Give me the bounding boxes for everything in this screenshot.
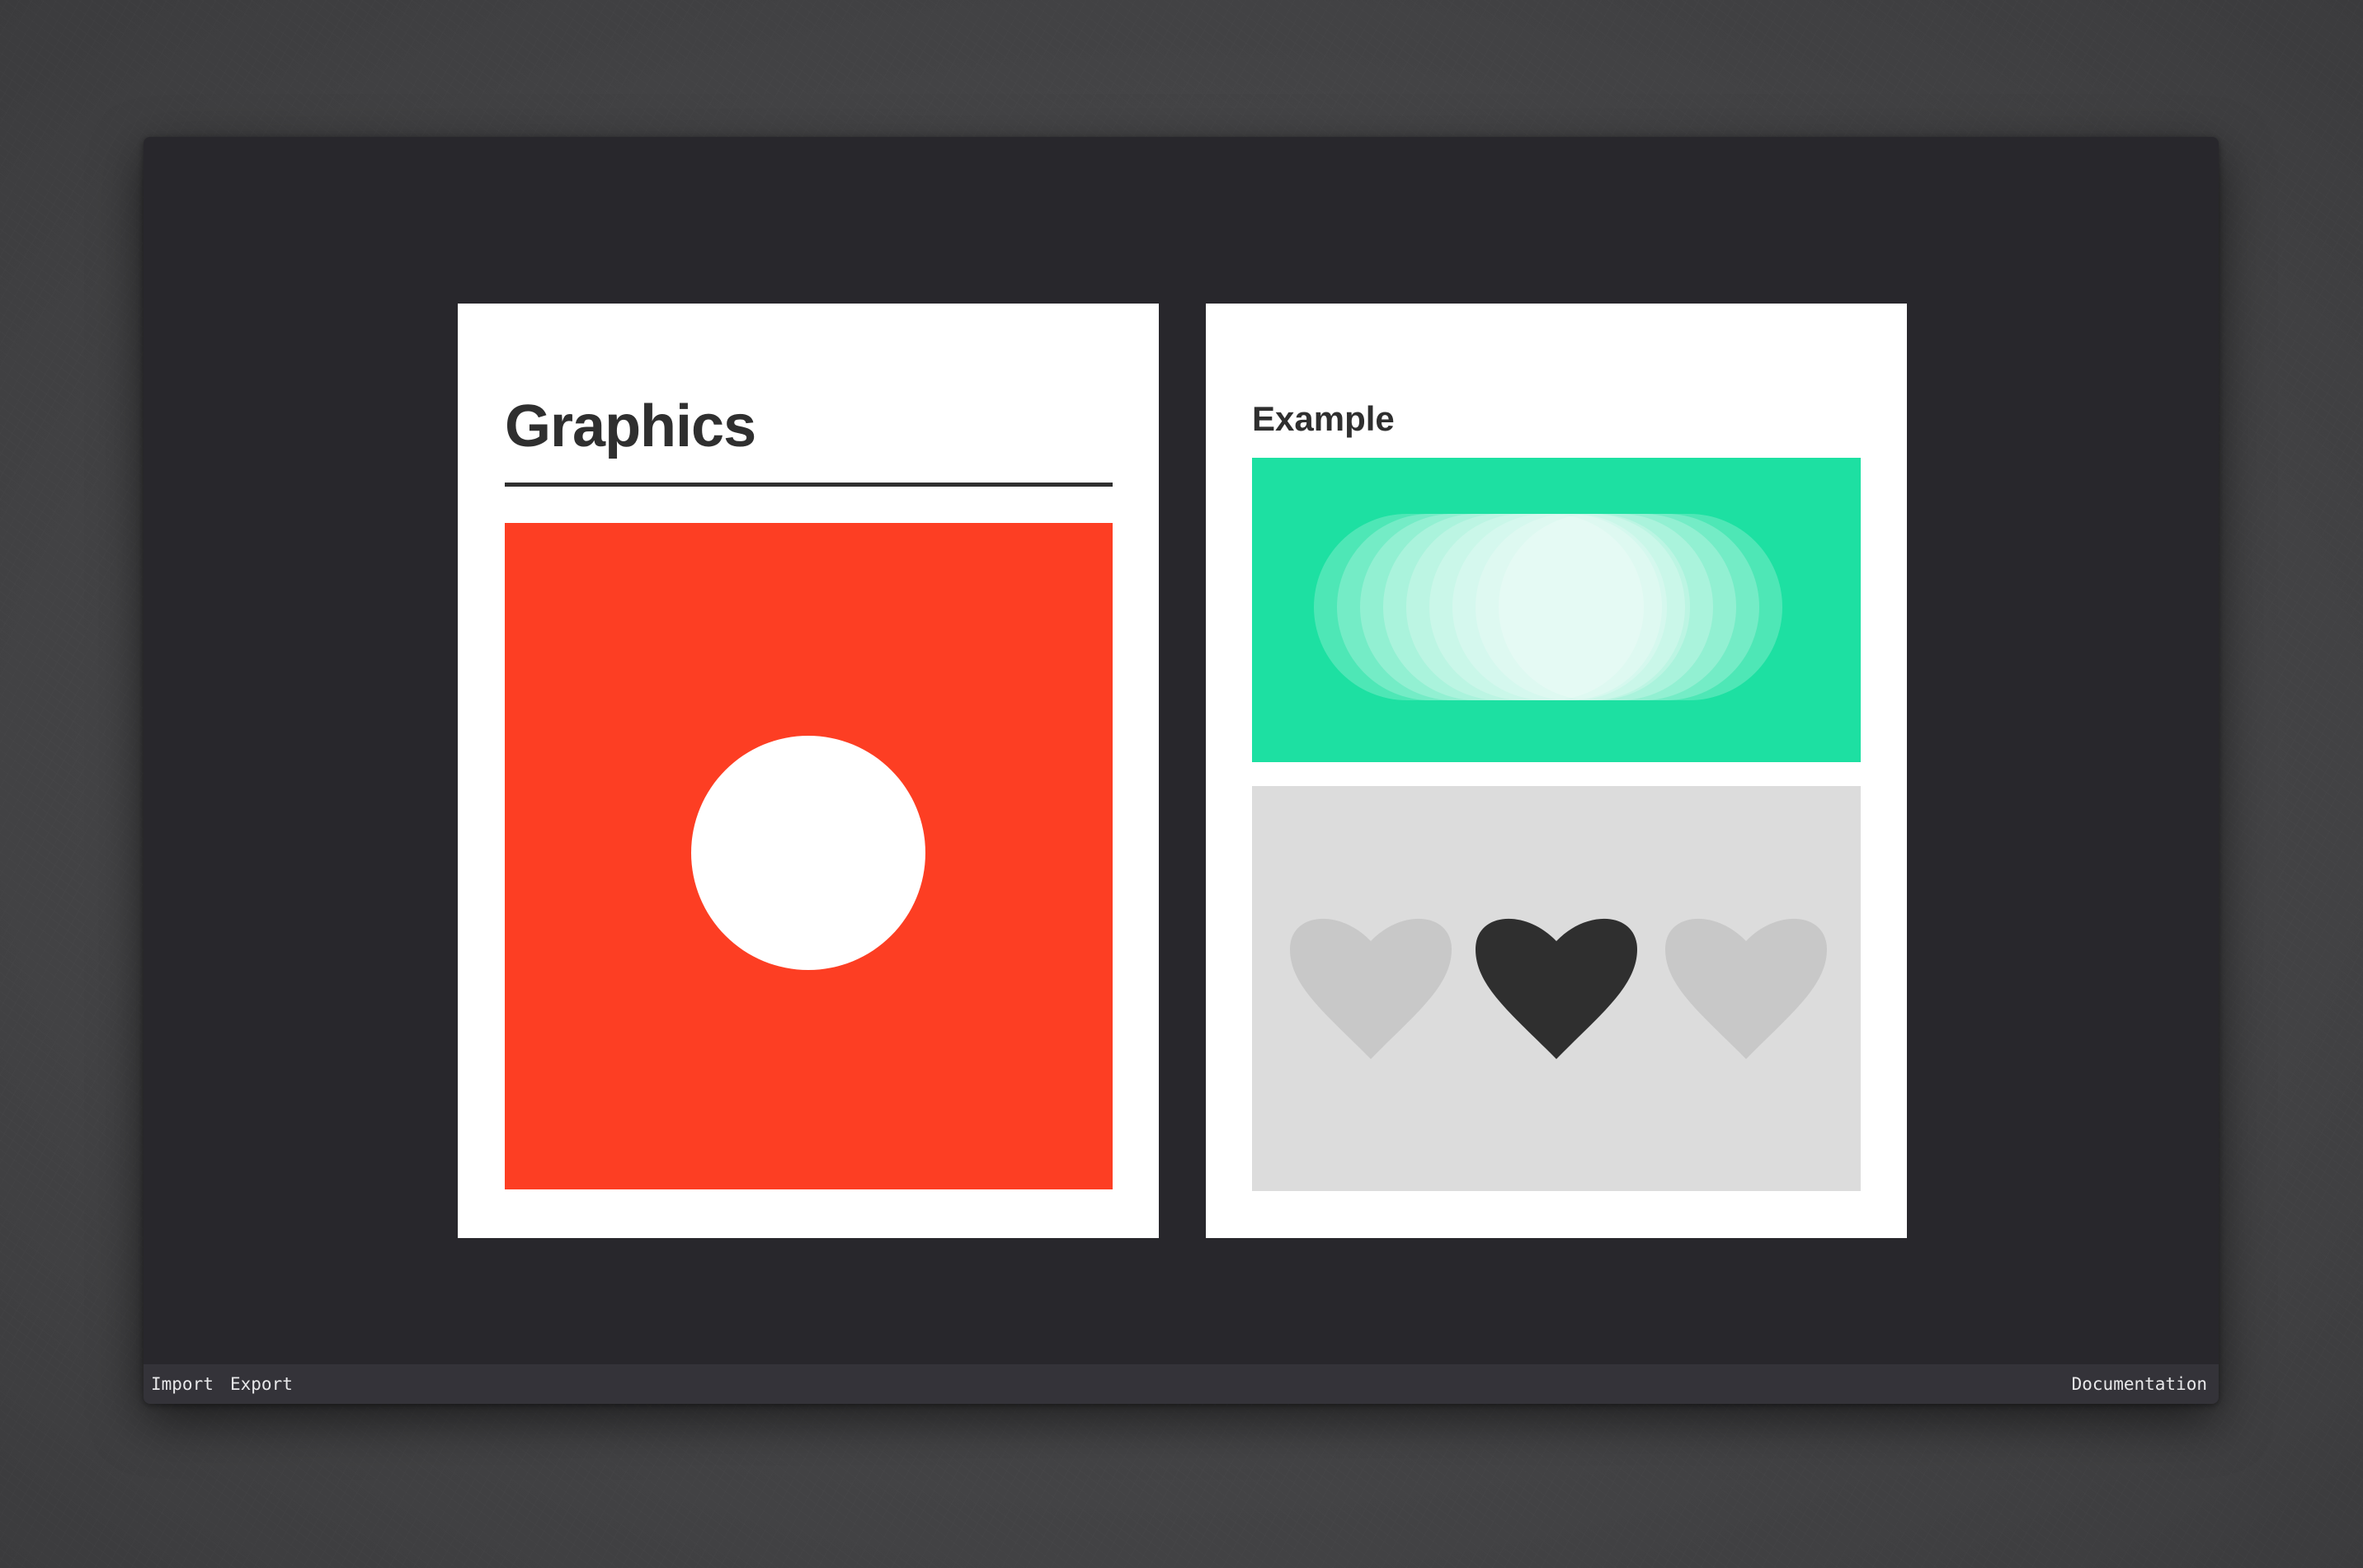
export-button[interactable]: Export bbox=[230, 1374, 293, 1394]
page-title: Example bbox=[1252, 399, 1395, 438]
hearts-graphic bbox=[1252, 786, 1861, 1191]
import-button[interactable]: Import bbox=[151, 1374, 214, 1394]
pill-layer bbox=[1499, 514, 1685, 700]
white-circle-graphic bbox=[691, 736, 925, 970]
document-canvas[interactable]: Graphics Example bbox=[144, 137, 2219, 1364]
green-pill-graphic bbox=[1252, 458, 1861, 762]
documentation-link[interactable]: Documentation bbox=[2072, 1374, 2207, 1394]
app-window: Graphics Example Import Export Documenta bbox=[144, 137, 2219, 1404]
title-divider bbox=[505, 483, 1113, 487]
pill-gradient-svg bbox=[1314, 514, 1782, 700]
page-graphics[interactable]: Graphics bbox=[458, 304, 1159, 1238]
heart-icon[interactable] bbox=[1665, 918, 1827, 1059]
red-square-graphic bbox=[505, 523, 1113, 1189]
heart-icon[interactable] bbox=[1476, 918, 1637, 1059]
page-example[interactable]: Example bbox=[1206, 304, 1907, 1238]
statusbar: Import Export Documentation bbox=[144, 1364, 2219, 1404]
heart-icon[interactable] bbox=[1290, 918, 1452, 1059]
page-title: Graphics bbox=[505, 393, 756, 459]
hearts-svg bbox=[1290, 918, 1827, 1059]
